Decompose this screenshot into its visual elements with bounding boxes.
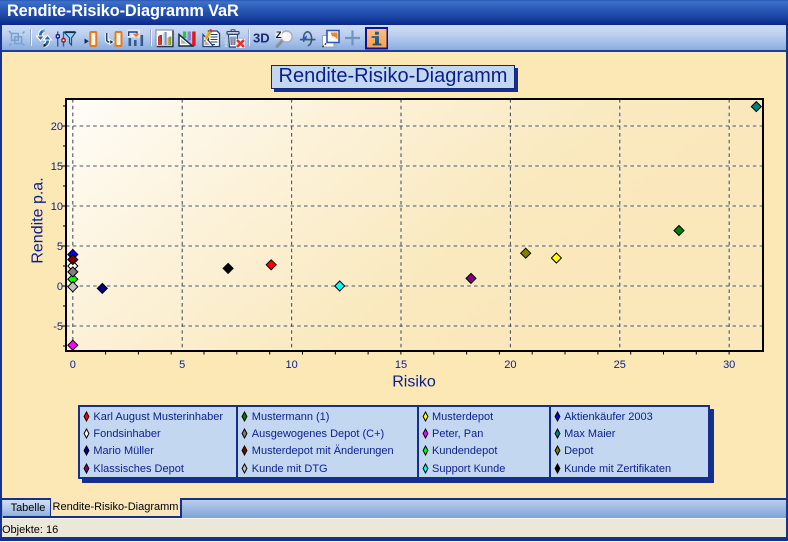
svg-text:0: 0	[70, 359, 76, 371]
svg-text:30: 30	[723, 359, 735, 371]
svg-text:-5: -5	[53, 321, 63, 333]
svg-text:15: 15	[395, 359, 407, 371]
svg-text:20: 20	[51, 121, 63, 133]
svg-text:Risiko: Risiko	[392, 374, 436, 391]
svg-text:20: 20	[504, 359, 516, 371]
svg-text:5: 5	[179, 359, 185, 371]
svg-text:25: 25	[614, 359, 626, 371]
svg-text:5: 5	[57, 241, 63, 253]
svg-text:Rendite p.a.: Rendite p.a.	[30, 177, 47, 263]
svg-text:0: 0	[57, 281, 63, 293]
svg-text:10: 10	[51, 201, 63, 213]
svg-text:10: 10	[285, 359, 297, 371]
svg-text:3D: 3D	[253, 31, 270, 46]
svg-text:15: 15	[51, 161, 63, 173]
svg-text:Z: Z	[276, 30, 282, 41]
